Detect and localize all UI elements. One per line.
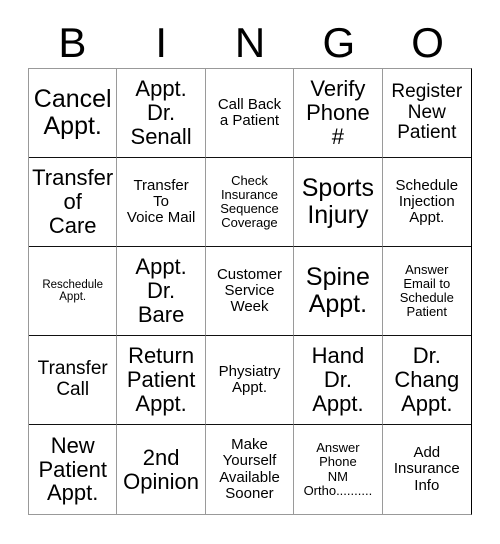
bingo-header-row: B I N G O bbox=[28, 18, 472, 68]
bingo-cell-o5[interactable]: Add Insurance Info bbox=[382, 425, 471, 514]
bingo-cell-g2[interactable]: Sports Injury bbox=[294, 158, 383, 247]
bingo-cell-label: Hand Dr. Appt. bbox=[311, 343, 365, 416]
bingo-cell-label: Appt. Dr. Bare bbox=[135, 254, 187, 327]
bingo-cell-label: Sports Injury bbox=[301, 174, 375, 229]
bingo-cell-label: Verify Phone # bbox=[306, 76, 370, 149]
bingo-cell-i2[interactable]: Transfer To Voice Mail bbox=[117, 158, 206, 247]
bingo-cell-label: Spine Appt. bbox=[305, 263, 370, 318]
bingo-cell-n4[interactable]: Physiatry Appt. bbox=[205, 336, 295, 425]
bingo-header-letter-g: G bbox=[322, 19, 356, 66]
bingo-cell-label: Answer Phone NM Ortho.......... bbox=[303, 440, 373, 498]
bingo-cell-i3[interactable]: Appt. Dr. Bare bbox=[117, 247, 206, 336]
bingo-cell-label: Customer Service Week bbox=[216, 265, 282, 316]
bingo-cell-label: Appt. Dr. Senall bbox=[130, 76, 192, 149]
bingo-cell-label: Make Yourself Available Sooner bbox=[219, 436, 280, 502]
bingo-cell-g1[interactable]: Verify Phone # bbox=[294, 69, 383, 158]
bingo-header-letter-o: O bbox=[411, 19, 444, 66]
bingo-cell-label: Reschedule Appt. bbox=[42, 278, 104, 303]
bingo-cell-label: Call Back a Patient bbox=[217, 95, 282, 129]
bingo-cell-label: Answer Email to Schedule Patient bbox=[399, 261, 454, 320]
bingo-cell-g4[interactable]: Hand Dr. Appt. bbox=[294, 336, 383, 425]
bingo-cell-o4[interactable]: Dr. Chang Appt. bbox=[382, 336, 471, 425]
bingo-cell-label: Cancel Appt. bbox=[33, 85, 112, 140]
bingo-cell-label: Transfer Call bbox=[37, 358, 108, 400]
bingo-cell-label: New Patient Appt. bbox=[38, 432, 107, 506]
bingo-cell-label: Check Insurance Sequence Coverage bbox=[220, 172, 279, 231]
bingo-card: B I N G O Cancel Appt. Appt. Dr. Senall Ca… bbox=[0, 0, 500, 544]
bingo-cell-o2[interactable]: Schedule Injection Appt. bbox=[382, 158, 471, 247]
bingo-cell-label: Schedule Injection Appt. bbox=[395, 176, 459, 227]
bingo-cell-b4[interactable]: Transfer Call bbox=[29, 336, 118, 425]
bingo-cell-label: Return Patient Appt. bbox=[126, 343, 196, 416]
bingo-cell-label: Physiatry Appt. bbox=[218, 362, 281, 396]
bingo-cell-label: 2nd Opinion bbox=[123, 444, 200, 494]
bingo-cell-i4[interactable]: Return Patient Appt. bbox=[117, 336, 206, 425]
bingo-cell-n3[interactable]: Customer Service Week bbox=[205, 247, 295, 336]
bingo-cell-n1[interactable]: Call Back a Patient bbox=[205, 69, 295, 158]
bingo-cell-g5[interactable]: Answer Phone NM Ortho.......... bbox=[294, 425, 383, 514]
bingo-cell-b2[interactable]: Transfer of Care bbox=[29, 158, 118, 247]
bingo-cell-label: Dr. Chang Appt. bbox=[394, 343, 460, 416]
bingo-header-letter-i: I bbox=[155, 19, 168, 66]
bingo-cell-n5[interactable]: Make Yourself Available Sooner bbox=[205, 425, 295, 514]
bingo-cell-o1[interactable]: Register New Patient bbox=[382, 69, 471, 158]
bingo-header-letter-n: N bbox=[234, 19, 266, 66]
bingo-cell-label: Transfer of Care bbox=[32, 165, 114, 238]
bingo-header-letter-b: B bbox=[58, 19, 87, 66]
bingo-cell-i5[interactable]: 2nd Opinion bbox=[117, 425, 206, 514]
bingo-cell-g3[interactable]: Spine Appt. bbox=[294, 247, 383, 336]
bingo-cell-label: Add Insurance Info bbox=[393, 444, 460, 494]
bingo-cell-i1[interactable]: Appt. Dr. Senall bbox=[117, 69, 206, 158]
bingo-cell-label: Transfer To Voice Mail bbox=[126, 176, 196, 227]
bingo-cell-label: Register New Patient bbox=[391, 81, 463, 144]
bingo-cell-n2[interactable]: Check Insurance Sequence Coverage bbox=[205, 158, 295, 247]
bingo-cell-b3[interactable]: Reschedule Appt. bbox=[29, 247, 118, 336]
bingo-cell-b5[interactable]: New Patient Appt. bbox=[29, 425, 118, 514]
bingo-cell-o3[interactable]: Answer Email to Schedule Patient bbox=[382, 247, 471, 336]
bingo-cell-b1[interactable]: Cancel Appt. bbox=[29, 69, 118, 158]
bingo-grid: Cancel Appt. Appt. Dr. Senall Call Back a … bbox=[28, 68, 472, 515]
